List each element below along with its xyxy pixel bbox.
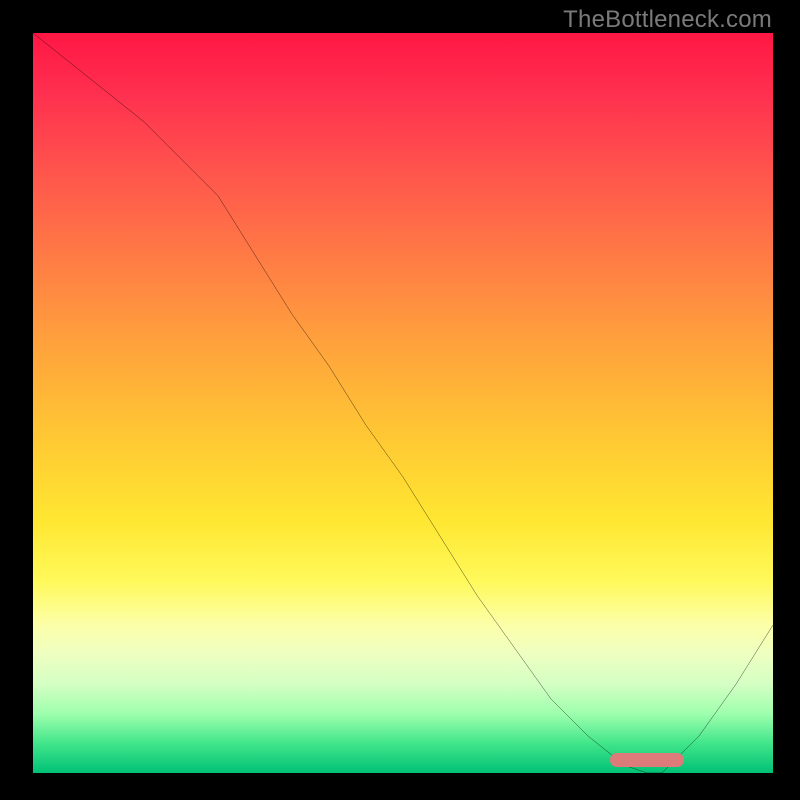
chart-frame: TheBottleneck.com (0, 0, 800, 800)
watermark-text: TheBottleneck.com (563, 6, 772, 34)
plot-area (33, 33, 773, 773)
optimal-range-marker (610, 753, 684, 767)
curve-polyline (33, 33, 773, 773)
bottleneck-curve (33, 33, 773, 773)
